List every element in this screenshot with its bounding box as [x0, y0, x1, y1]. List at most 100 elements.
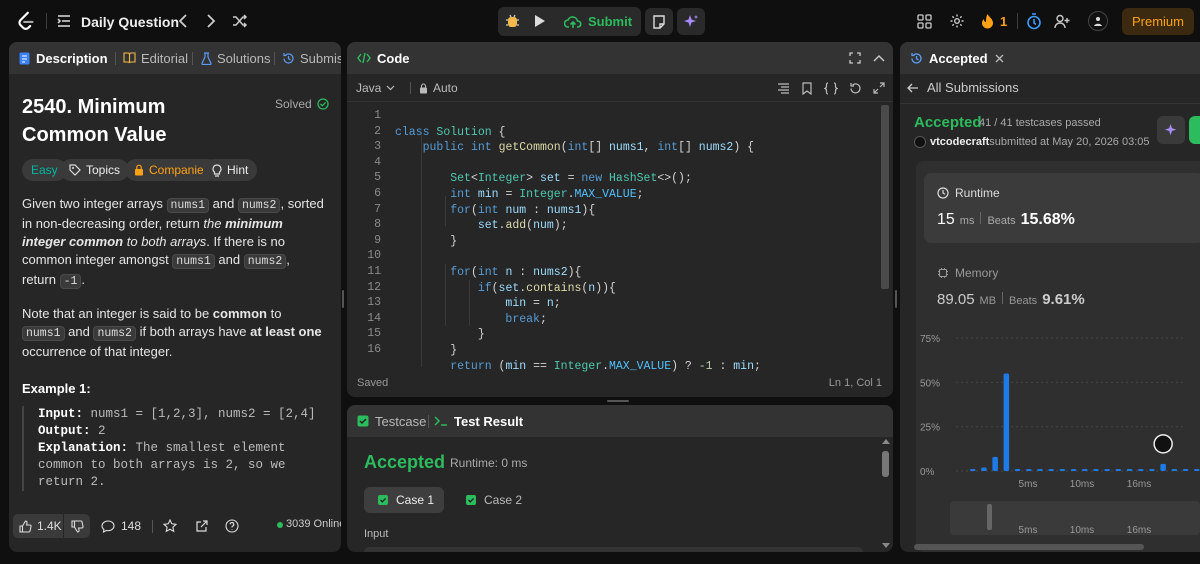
- username[interactable]: vtcodecraft: [930, 136, 989, 148]
- share-icon[interactable]: [192, 517, 210, 535]
- submit-button[interactable]: Submit: [558, 9, 638, 34]
- chart-bar[interactable]: [1082, 469, 1088, 471]
- your-submission-marker[interactable]: [1153, 434, 1173, 454]
- terminal-icon: [434, 415, 448, 427]
- tab-submissions[interactable]: Submis: [282, 42, 341, 74]
- topics-tag[interactable]: Topics: [60, 159, 130, 181]
- chart-bar[interactable]: [1149, 469, 1155, 471]
- chart-bar[interactable]: [1003, 373, 1010, 471]
- notes-button[interactable]: [645, 8, 673, 35]
- code-toolbar: Java Auto: [347, 74, 893, 102]
- runtime-distribution-chart[interactable]: 75% 50% 25% 0% 5ms 10ms 16ms: [916, 326, 1200, 516]
- next-problem-icon[interactable]: [202, 12, 220, 30]
- timer-icon[interactable]: [1025, 12, 1043, 30]
- chart-bar[interactable]: [1171, 469, 1178, 471]
- code-editor[interactable]: class Solution { public int getCommon(in…: [395, 109, 761, 374]
- problem-list-icon[interactable]: [56, 13, 72, 29]
- layout-icon[interactable]: [915, 12, 933, 30]
- memory-value: 89.05: [937, 291, 975, 308]
- chart-bar[interactable]: [1026, 469, 1032, 471]
- tab-test-result[interactable]: Test Result: [434, 405, 523, 437]
- memory-card[interactable]: Memory 89.05 MB Beats 9.61%: [924, 253, 1200, 313]
- chart-bar[interactable]: [1104, 469, 1110, 471]
- like-button[interactable]: 1.4K: [13, 514, 63, 538]
- dislike-button[interactable]: [64, 514, 90, 538]
- memory-value-row: 89.05 MB Beats 9.61%: [937, 291, 1085, 308]
- braces-icon[interactable]: [822, 80, 840, 96]
- debug-icon[interactable]: [502, 10, 522, 32]
- premium-button[interactable]: Premium: [1122, 8, 1194, 35]
- scroll-up-arrow[interactable]: [882, 439, 890, 444]
- panel-scrollbar[interactable]: [914, 544, 1144, 550]
- vertical-resize-handle[interactable]: [607, 400, 629, 402]
- description-footer: 1.4K 148 3039 Online: [9, 512, 341, 542]
- collapse-icon[interactable]: [871, 50, 887, 66]
- result-scrollbar[interactable]: [882, 451, 889, 477]
- all-submissions-link[interactable]: All Submissions: [907, 80, 1019, 95]
- runtime-card[interactable]: Runtime 15 ms Beats 15.68%: [924, 173, 1200, 243]
- case-2-label: Case 2: [484, 493, 523, 507]
- chart-bar[interactable]: [1014, 469, 1021, 471]
- editor-scrollbar[interactable]: [881, 105, 889, 289]
- help-icon[interactable]: [223, 517, 241, 535]
- code-panel: Code Java Auto 1 2 3 4 5 6 7 8 9 10 11 12 13 14 15 16 c…: [347, 42, 893, 397]
- line-number: 1: [374, 109, 381, 122]
- prev-problem-icon[interactable]: [174, 12, 192, 30]
- add-friend-icon[interactable]: [1053, 12, 1071, 30]
- top-bar: Daily Question Submit 1 Premium: [0, 0, 1200, 42]
- user-avatar[interactable]: [1088, 11, 1108, 31]
- hint-tag[interactable]: Hint: [203, 159, 258, 181]
- shuffle-icon[interactable]: [231, 12, 249, 30]
- chart-bar[interactable]: [970, 469, 976, 471]
- chart-bar[interactable]: [1194, 469, 1200, 471]
- star-icon[interactable]: [161, 517, 179, 535]
- bookmark-icon[interactable]: [799, 80, 815, 96]
- y-tick-label: 75%: [920, 334, 940, 345]
- run-icon[interactable]: [530, 10, 550, 32]
- ai-sparkle-button[interactable]: [677, 8, 705, 35]
- divider: [410, 82, 411, 94]
- maximize-icon[interactable]: [847, 50, 863, 66]
- tab-description[interactable]: Description: [19, 42, 108, 74]
- close-icon[interactable]: [995, 54, 1004, 63]
- ai-analyze-button[interactable]: [1157, 116, 1185, 144]
- chart-bar[interactable]: [1160, 463, 1166, 471]
- case-2-button[interactable]: Case 2: [454, 487, 534, 513]
- tab-accepted[interactable]: Accepted: [910, 42, 1004, 74]
- scroll-down-arrow[interactable]: [882, 543, 890, 548]
- settings-gear-icon[interactable]: [948, 12, 966, 30]
- tab-solutions[interactable]: Solutions: [201, 42, 270, 74]
- case-1-button[interactable]: Case 1: [364, 487, 444, 513]
- tab-code[interactable]: Code: [357, 42, 410, 74]
- chart-bar[interactable]: [1059, 469, 1066, 471]
- daily-question-title[interactable]: Daily Question: [81, 14, 179, 30]
- line-number: 5: [374, 171, 381, 185]
- chart-bar[interactable]: [1126, 469, 1133, 471]
- reset-icon[interactable]: [847, 80, 863, 96]
- language-select[interactable]: Java: [356, 81, 395, 95]
- leetcode-logo[interactable]: [14, 9, 38, 33]
- horizontal-resize-handle[interactable]: [342, 290, 344, 308]
- chart-bar[interactable]: [1093, 469, 1099, 471]
- tab-testcase[interactable]: Testcase: [357, 405, 426, 437]
- chart-bar[interactable]: [981, 467, 987, 471]
- chart-bar[interactable]: [1070, 469, 1077, 471]
- green-action-button[interactable]: [1189, 116, 1200, 144]
- chart-bar[interactable]: [1115, 469, 1122, 471]
- y-tick-label: 25%: [920, 423, 940, 434]
- horizontal-resize-handle[interactable]: [895, 290, 897, 308]
- chart-bar[interactable]: [1037, 469, 1043, 471]
- memory-unit: MB: [979, 295, 997, 307]
- format-icon[interactable]: [775, 80, 791, 96]
- check-icon: [466, 495, 476, 505]
- auto-mode[interactable]: Auto: [419, 81, 458, 95]
- comments-button[interactable]: 148: [101, 514, 141, 538]
- expand-icon[interactable]: [871, 80, 887, 96]
- chart-bar[interactable]: [992, 456, 998, 471]
- chart-bar[interactable]: [1048, 469, 1054, 471]
- chart-bar[interactable]: [1138, 469, 1144, 471]
- chart-bar[interactable]: [1182, 469, 1189, 471]
- user-avatar[interactable]: [914, 136, 926, 148]
- streak-badge[interactable]: 1: [981, 12, 1007, 30]
- tab-editorial[interactable]: Editorial: [123, 42, 188, 74]
